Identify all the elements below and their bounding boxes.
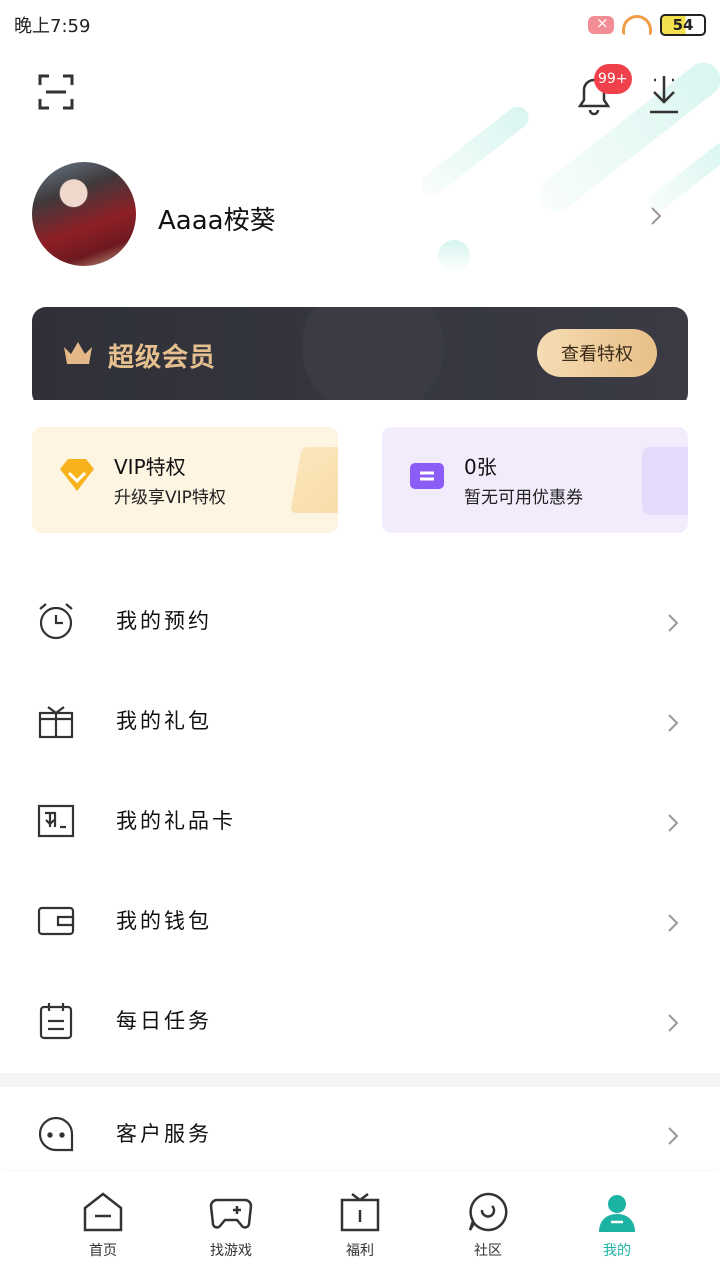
menu-item-customer-service[interactable]: 客户服务: [0, 1086, 720, 1186]
crown-icon: [64, 342, 92, 364]
avatar[interactable]: [32, 162, 136, 266]
tab-community[interactable]: 社区: [443, 1190, 533, 1270]
tab-welfare[interactable]: 福利: [315, 1190, 405, 1270]
profile-page: 晚上7:59 54 99+ Aaaa桉葵 超级会员 查看特权: [0, 0, 720, 1280]
tab-label: 福利: [346, 1243, 374, 1259]
tab-find-games[interactable]: 找游戏: [186, 1190, 276, 1270]
tab-label: 首页: [89, 1243, 117, 1259]
chevron-right-icon: [668, 1014, 679, 1032]
tab-mine[interactable]: 我的: [572, 1190, 662, 1270]
signal-icon: [588, 14, 614, 34]
card-decoration: [642, 447, 688, 515]
menu-item-gift-cards[interactable]: 我的礼品卡: [0, 773, 720, 873]
alarm-clock-icon: [39, 603, 73, 640]
download-icon[interactable]: [644, 72, 684, 116]
chevron-right-icon[interactable]: [648, 204, 664, 228]
battery-level: 54: [672, 16, 694, 34]
scan-icon[interactable]: [38, 74, 74, 110]
profile-icon: [599, 1195, 635, 1232]
chevron-right-icon: [668, 814, 679, 832]
coupon-count: 0张: [464, 455, 497, 479]
chevron-right-icon: [668, 714, 679, 732]
vip-privilege-card[interactable]: VIP特权 升级享VIP特权: [32, 427, 338, 533]
content-sheet: VIP特权 升级享VIP特权 0张 暂无可用优惠券 我的预约 我的礼包 我的礼品…: [0, 400, 720, 1280]
coupon-card[interactable]: 0张 暂无可用优惠券: [382, 427, 688, 533]
menu-label: 我的预约: [116, 609, 212, 633]
gift-card-icon: [37, 804, 75, 838]
community-icon: [468, 1192, 508, 1232]
menu-label: 客户服务: [116, 1122, 212, 1146]
vip-card-subtitle: 升级享VIP特权: [114, 488, 226, 508]
chevron-right-icon: [668, 914, 679, 932]
background-bubble: [438, 240, 470, 272]
notification-badge: 99+: [594, 64, 632, 94]
vip-card-title: VIP特权: [114, 455, 186, 479]
card-decoration: [290, 447, 338, 513]
status-icons: 54: [588, 14, 706, 36]
username[interactable]: Aaaa桉葵: [158, 200, 276, 237]
battery-icon: 54: [660, 14, 706, 36]
task-list-icon: [39, 1003, 73, 1040]
wifi-icon: [622, 15, 652, 35]
super-vip-banner[interactable]: 超级会员 查看特权: [32, 307, 688, 407]
section-divider: [0, 1073, 720, 1087]
chevron-right-icon: [668, 614, 679, 632]
tab-label: 找游戏: [210, 1243, 252, 1259]
vip-banner-title: 超级会员: [108, 343, 217, 373]
menu-label: 我的礼品卡: [116, 809, 236, 833]
customer-service-icon: [38, 1116, 74, 1152]
home-icon: [83, 1192, 123, 1232]
welfare-gift-icon: [340, 1193, 380, 1232]
top-bar: 99+: [0, 64, 720, 124]
menu-item-gift-packs[interactable]: 我的礼包: [0, 673, 720, 773]
tab-home[interactable]: 首页: [58, 1190, 148, 1270]
diamond-icon: [60, 459, 94, 491]
coupon-icon: [410, 463, 444, 489]
tab-label: 社区: [474, 1243, 502, 1259]
menu-item-daily-tasks[interactable]: 每日任务: [0, 973, 720, 1073]
menu-item-wallet[interactable]: 我的钱包: [0, 873, 720, 973]
menu-item-reservations[interactable]: 我的预约: [0, 573, 720, 673]
status-time: 晚上7:59: [14, 16, 91, 37]
chevron-right-icon: [668, 1127, 679, 1145]
wallet-icon: [37, 906, 75, 936]
tab-label: 我的: [603, 1243, 631, 1259]
gamepad-icon: [209, 1198, 253, 1229]
gift-box-icon: [38, 706, 74, 739]
menu-label: 我的礼包: [116, 709, 212, 733]
coupon-subtitle: 暂无可用优惠券: [464, 488, 583, 508]
status-bar: 晚上7:59 54: [0, 0, 720, 50]
bottom-tab-bar: 首页 找游戏 福利 社区 我的: [0, 1172, 720, 1280]
menu-label: 每日任务: [116, 1009, 212, 1033]
view-privileges-button[interactable]: 查看特权: [537, 329, 657, 377]
menu-label: 我的钱包: [116, 909, 212, 933]
